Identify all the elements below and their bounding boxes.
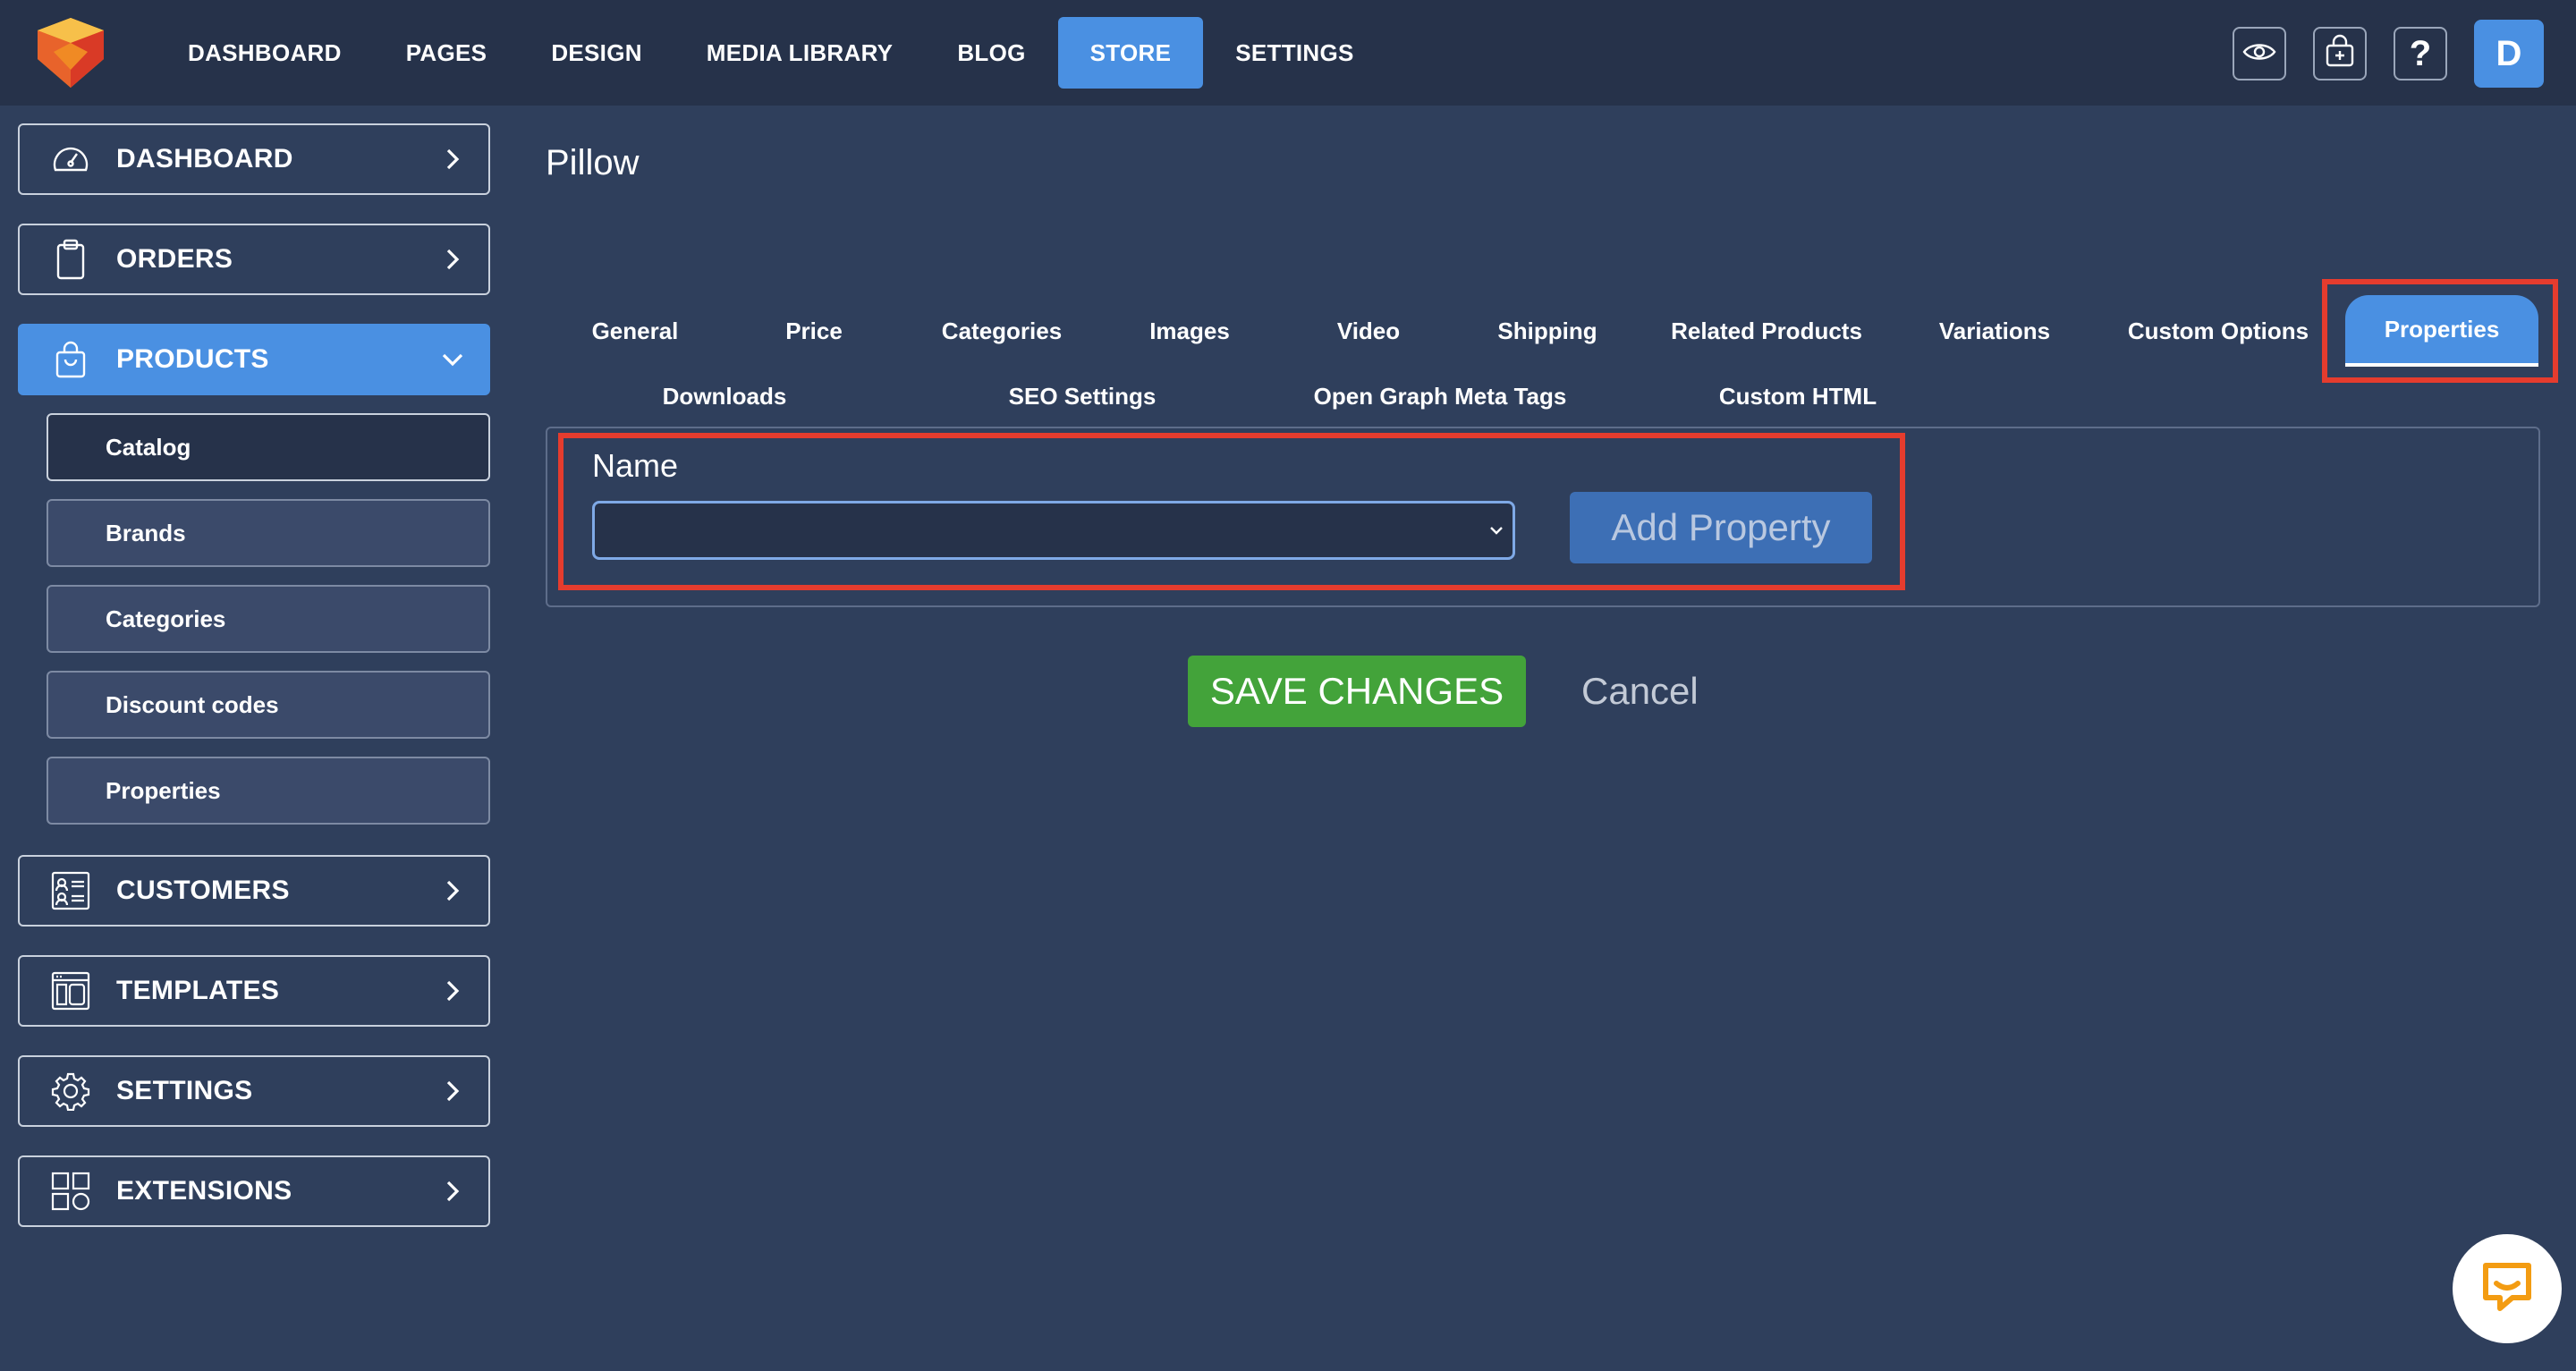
tab-related-products[interactable]: Related Products xyxy=(1664,295,1869,367)
contact-card-icon xyxy=(50,870,91,911)
store-button[interactable] xyxy=(2313,27,2367,80)
chevron-down-icon xyxy=(1490,527,1503,535)
name-label: Name xyxy=(592,447,679,484)
chat-bubble-icon xyxy=(2479,1260,2536,1318)
sidebar-label-settings: SETTINGS xyxy=(116,1076,253,1105)
sidebar-sub-discount-codes[interactable]: Discount codes xyxy=(47,671,490,739)
page-title: Pillow xyxy=(546,143,640,182)
sidebar-item-customers[interactable]: CUSTOMERS xyxy=(18,855,490,927)
sidebar-item-dashboard[interactable]: DASHBOARD xyxy=(18,123,490,195)
sidebar-item-extensions[interactable]: EXTENSIONS xyxy=(18,1155,490,1227)
property-name-select[interactable] xyxy=(592,501,1515,560)
sidebar-sub-properties[interactable]: Properties xyxy=(47,757,490,825)
add-property-button[interactable]: Add Property xyxy=(1570,492,1872,563)
gauge-icon xyxy=(50,139,91,180)
sidebar-label-dashboard: DASHBOARD xyxy=(116,144,293,173)
topnav-design[interactable]: DESIGN xyxy=(519,17,674,89)
chevron-right-icon xyxy=(446,980,460,1002)
cancel-button[interactable]: Cancel xyxy=(1581,656,1699,727)
tab-open-graph-meta-tags[interactable]: Open Graph Meta Tags xyxy=(1297,360,1583,432)
tab-shipping[interactable]: Shipping xyxy=(1467,295,1628,367)
sidebar-sub-categories[interactable]: Categories xyxy=(47,585,490,653)
user-avatar[interactable]: D xyxy=(2474,20,2544,88)
top-bar: DASHBOARD PAGES DESIGN MEDIA LIBRARY BLO… xyxy=(0,0,2576,106)
top-icon-group: ? D xyxy=(2233,20,2544,88)
preview-button[interactable] xyxy=(2233,27,2286,80)
store-icon xyxy=(2322,34,2358,74)
tab-price[interactable]: Price xyxy=(742,295,886,367)
topnav-blog[interactable]: BLOG xyxy=(925,17,1057,89)
tab-general[interactable]: General xyxy=(555,295,716,367)
eye-icon xyxy=(2242,40,2276,68)
topnav-store[interactable]: STORE xyxy=(1057,17,1204,89)
tab-properties[interactable]: Properties xyxy=(2345,295,2538,367)
sidebar-item-templates[interactable]: TEMPLATES xyxy=(18,955,490,1027)
tab-bar-row-2: Downloads SEO Settings Open Graph Meta T… xyxy=(0,360,2576,432)
help-button[interactable]: ? xyxy=(2394,27,2447,80)
tab-variations[interactable]: Variations xyxy=(1905,295,2084,367)
sidebar-label-extensions: EXTENSIONS xyxy=(116,1176,292,1206)
tab-custom-html[interactable]: Custom HTML xyxy=(1699,360,1896,432)
chat-button[interactable] xyxy=(2453,1234,2562,1343)
save-changes-button[interactable]: SAVE CHANGES xyxy=(1188,656,1526,727)
chevron-right-icon xyxy=(446,880,460,901)
extensions-icon xyxy=(50,1171,91,1212)
sidebar-sub-brands[interactable]: Brands xyxy=(47,499,490,567)
tab-video[interactable]: Video xyxy=(1297,295,1440,367)
sidebar-label-templates: TEMPLATES xyxy=(116,976,280,1005)
tab-images[interactable]: Images xyxy=(1118,295,1261,367)
sidebar-label-customers: CUSTOMERS xyxy=(116,876,290,905)
tab-categories[interactable]: Categories xyxy=(921,295,1082,367)
template-icon xyxy=(50,970,91,1011)
sidebar-item-orders[interactable]: ORDERS xyxy=(18,224,490,295)
tab-seo-settings[interactable]: SEO Settings xyxy=(975,360,1190,432)
chevron-right-icon xyxy=(446,249,460,270)
gear-icon xyxy=(50,1071,91,1112)
topnav-settings[interactable]: SETTINGS xyxy=(1203,17,1385,89)
chevron-right-icon xyxy=(446,1181,460,1202)
help-icon: ? xyxy=(2409,34,2432,73)
tab-downloads[interactable]: Downloads xyxy=(626,360,823,432)
top-nav: DASHBOARD PAGES DESIGN MEDIA LIBRARY BLO… xyxy=(156,16,1386,89)
sidebar-label-orders: ORDERS xyxy=(116,244,233,274)
chevron-right-icon xyxy=(446,148,460,170)
sidebar-item-settings[interactable]: SETTINGS xyxy=(18,1055,490,1127)
app-logo[interactable] xyxy=(32,16,109,89)
topnav-media-library[interactable]: MEDIA LIBRARY xyxy=(674,17,926,89)
clipboard-icon xyxy=(50,239,91,280)
tab-custom-options[interactable]: Custom Options xyxy=(2111,295,2326,367)
topnav-pages[interactable]: PAGES xyxy=(374,17,520,89)
tab-bar: General Price Categories Images Video Sh… xyxy=(0,295,2576,367)
chevron-right-icon xyxy=(446,1080,460,1102)
topnav-dashboard[interactable]: DASHBOARD xyxy=(156,17,374,89)
